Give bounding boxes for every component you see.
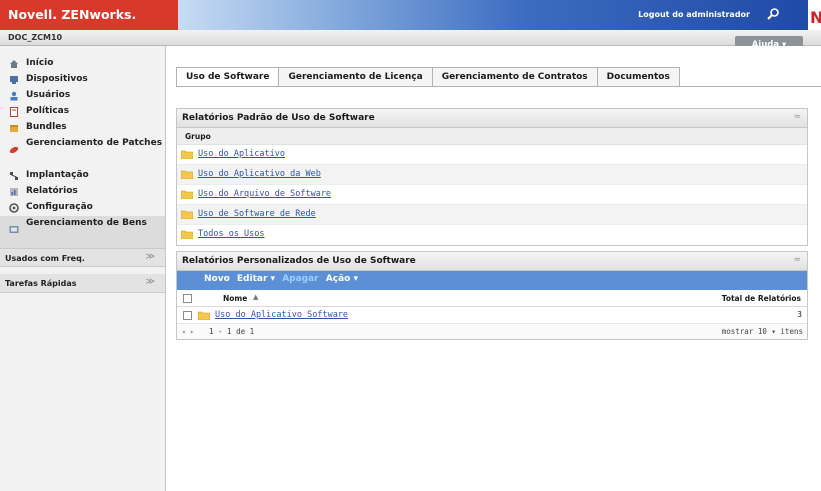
folder-icon bbox=[181, 150, 193, 159]
sidebar-item-label: Dispositivos bbox=[26, 74, 88, 84]
tab-documents[interactable]: Documentos bbox=[596, 67, 680, 87]
users-icon bbox=[10, 91, 18, 101]
sidebar-item-asset-management[interactable]: Gerenciamento de Bens bbox=[0, 216, 165, 248]
sidebar-item-label: Usuários bbox=[26, 90, 71, 100]
patch-icon bbox=[9, 146, 19, 154]
report-count: 3 bbox=[797, 310, 802, 319]
zone-name: DOC_ZCM10 bbox=[8, 33, 63, 42]
standard-reports-panel: Relatórios Padrão de Uso de Software ≈ G… bbox=[176, 108, 808, 246]
section-label: Usados com Freq. bbox=[5, 254, 85, 263]
sidebar-item-label: Implantação bbox=[26, 170, 89, 180]
report-group-link[interactable]: Uso do Aplicativo bbox=[198, 149, 285, 159]
page-range: 1 - 1 de 1 bbox=[209, 327, 255, 336]
expand-chevron-icon[interactable]: ≫ bbox=[146, 252, 155, 262]
bundles-icon bbox=[10, 125, 18, 132]
sidebar-item-label: Início bbox=[26, 58, 54, 68]
folder-icon bbox=[198, 311, 210, 320]
collapse-icon[interactable]: ≈ bbox=[793, 112, 801, 122]
sidebar: Início Dispositivos Usuários Políticas B… bbox=[0, 46, 166, 491]
sort-ascending-icon[interactable]: ▲ bbox=[253, 293, 258, 301]
action-menu-button[interactable]: Ação ▾ bbox=[326, 274, 358, 284]
name-column-header[interactable]: Nome bbox=[223, 294, 247, 303]
brand-logo: Novell. ZENworks. bbox=[0, 0, 178, 30]
list-item[interactable]: Uso do Arquivo de Software bbox=[177, 185, 807, 205]
devices-icon bbox=[10, 76, 18, 84]
sidebar-item-policies[interactable]: Políticas bbox=[0, 104, 165, 120]
sidebar-item-reports[interactable]: Relatórios bbox=[0, 184, 165, 200]
folder-icon bbox=[181, 210, 193, 219]
sidebar-item-label: Configuração bbox=[26, 202, 93, 212]
pagination-bar: ◂ ▸ 1 - 1 de 1 mostrar 10 ▾ itens bbox=[177, 324, 807, 339]
list-item[interactable]: Uso do Aplicativo bbox=[177, 145, 807, 165]
report-group-link[interactable]: Todos os Usos bbox=[198, 229, 265, 239]
brand-mark: N bbox=[810, 8, 821, 27]
tab-contract-management[interactable]: Gerenciamento de Contratos bbox=[431, 67, 598, 87]
sidebar-item-bundles[interactable]: Bundles bbox=[0, 120, 165, 136]
tab-divider bbox=[176, 86, 821, 87]
tab-bar: Uso de Software Gerenciamento de Licença… bbox=[176, 67, 680, 87]
sidebar-item-label: Gerenciamento de Bens bbox=[26, 218, 147, 228]
sidebar-item-label: Políticas bbox=[26, 106, 70, 116]
zone-bar: DOC_ZCM10 bbox=[0, 30, 821, 46]
list-item[interactable]: Todos os Usos bbox=[177, 225, 807, 245]
row-checkbox[interactable] bbox=[183, 311, 192, 320]
table-row[interactable]: Uso do Aplicativo Software 3 bbox=[177, 307, 807, 324]
total-reports-column-header: Total de Relatórios bbox=[721, 294, 801, 303]
tab-software-usage[interactable]: Uso de Software bbox=[176, 67, 280, 87]
folder-icon bbox=[181, 170, 193, 179]
panel-header: Relatórios Personalizados de Uso de Soft… bbox=[177, 252, 807, 271]
report-toolbar: Novo Editar ▾ Apagar Ação ▾ bbox=[177, 271, 807, 290]
reports-icon bbox=[10, 188, 18, 196]
policies-icon bbox=[10, 107, 18, 117]
app-header: Novell. ZENworks. Logout do administrado… bbox=[0, 0, 821, 46]
sidebar-item-label: Gerenciamento de Patches bbox=[26, 138, 163, 148]
asset-icon bbox=[9, 226, 19, 233]
folder-icon bbox=[181, 190, 193, 199]
list-item[interactable]: Uso de Software de Rede bbox=[177, 205, 807, 225]
new-button[interactable]: Novo bbox=[204, 274, 230, 284]
search-icon[interactable] bbox=[766, 7, 780, 21]
report-group-link[interactable]: Uso de Software de Rede bbox=[198, 209, 316, 219]
section-label: Tarefas Rápidas bbox=[5, 279, 77, 288]
sidebar-item-label: Bundles bbox=[26, 122, 67, 132]
table-header: Nome ▲ Total de Relatórios bbox=[177, 290, 807, 307]
tab-license-management[interactable]: Gerenciamento de Licença bbox=[278, 67, 433, 87]
main-content: Uso de Software Gerenciamento de Licença… bbox=[166, 46, 821, 491]
sidebar-item-users[interactable]: Usuários bbox=[0, 88, 165, 104]
group-column-header: Grupo bbox=[177, 128, 807, 145]
panel-title: Relatórios Padrão de Uso de Software bbox=[182, 113, 375, 123]
delete-button[interactable]: Apagar bbox=[282, 274, 318, 284]
custom-reports-panel: Relatórios Personalizados de Uso de Soft… bbox=[176, 251, 808, 340]
sidebar-item-deployment[interactable]: Implantação bbox=[0, 168, 165, 184]
sidebar-item-devices[interactable]: Dispositivos bbox=[0, 72, 165, 88]
header-banner: Logout do administrador bbox=[178, 0, 808, 30]
panel-title: Relatórios Personalizados de Uso de Soft… bbox=[182, 256, 416, 266]
edit-menu-button[interactable]: Editar ▾ bbox=[237, 274, 275, 284]
collapse-icon[interactable]: ≈ bbox=[793, 255, 801, 265]
select-all-checkbox[interactable] bbox=[183, 294, 192, 303]
home-icon bbox=[10, 60, 18, 68]
folder-icon bbox=[181, 230, 193, 239]
logout-link[interactable]: Logout do administrador bbox=[638, 10, 750, 19]
sidebar-item-label: Relatórios bbox=[26, 186, 78, 196]
configuration-icon bbox=[9, 203, 19, 213]
sidebar-item-home[interactable]: Início bbox=[0, 56, 165, 72]
panel-header: Relatórios Padrão de Uso de Software ≈ bbox=[177, 109, 807, 128]
page-nav-arrows[interactable]: ◂ ▸ bbox=[181, 327, 195, 336]
list-item[interactable]: Uso do Aplicativo da Web bbox=[177, 165, 807, 185]
header-top: Novell. ZENworks. Logout do administrado… bbox=[0, 0, 821, 30]
items-per-page-select[interactable]: mostrar 10 ▾ itens bbox=[722, 327, 803, 336]
frequently-used-section[interactable]: Usados com Freq. ≫ bbox=[0, 248, 165, 267]
sidebar-item-configuration[interactable]: Configuração bbox=[0, 200, 165, 216]
report-group-link[interactable]: Uso do Aplicativo da Web bbox=[198, 169, 321, 179]
deployment-icon bbox=[10, 172, 18, 180]
sidebar-item-patches[interactable]: Gerenciamento de Patches bbox=[0, 136, 165, 168]
quick-tasks-section[interactable]: Tarefas Rápidas ≫ bbox=[0, 274, 165, 293]
custom-report-link[interactable]: Uso do Aplicativo Software bbox=[215, 310, 348, 320]
report-group-link[interactable]: Uso do Arquivo de Software bbox=[198, 189, 331, 199]
sidebar-nav: Início Dispositivos Usuários Políticas B… bbox=[0, 46, 165, 248]
expand-chevron-icon[interactable]: ≫ bbox=[146, 277, 155, 287]
